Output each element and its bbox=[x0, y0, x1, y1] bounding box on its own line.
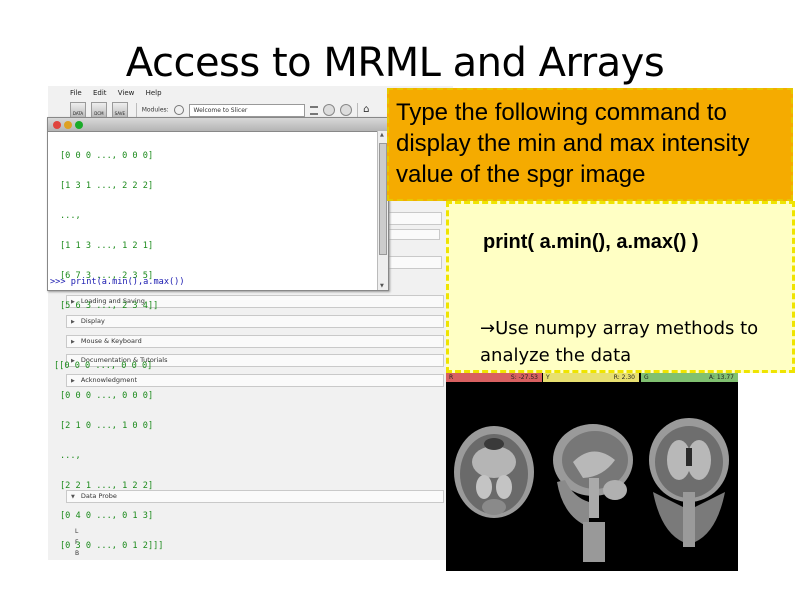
save-button[interactable]: SAVE bbox=[111, 102, 128, 118]
instruction-text: Type the following command to display th… bbox=[396, 99, 750, 188]
close-icon[interactable] bbox=[53, 121, 61, 129]
coronal-view[interactable] bbox=[641, 382, 738, 571]
menu-view[interactable]: View bbox=[118, 89, 135, 97]
console-line: [0 0 0 ..., 0 0 0] bbox=[60, 391, 154, 401]
console-line: [0 3 0 ..., 0 1 2]]] bbox=[60, 541, 164, 551]
scroll-down-icon[interactable]: ▼ bbox=[380, 283, 384, 289]
viewer-offset: A: 13.77 bbox=[708, 374, 734, 381]
console-line: [0 4 0 ..., 0 1 3] bbox=[60, 511, 154, 521]
sagittal-view[interactable] bbox=[543, 382, 639, 571]
green-viewer-bar[interactable]: G A: 13.77 bbox=[641, 373, 738, 382]
console-line: [5 6 3 ..., 2 3 4]] bbox=[60, 301, 159, 311]
yellow-viewer-bar[interactable]: Y R: 2.30 bbox=[543, 373, 639, 382]
scroll-up-icon[interactable]: ▲ bbox=[380, 132, 384, 138]
command-callout: print( a.min(), a.max() ) →Use numpy arr… bbox=[446, 201, 795, 373]
axial-view[interactable] bbox=[446, 382, 542, 571]
command-text: print( a.min(), a.max() ) bbox=[483, 231, 699, 253]
console-line: ..., bbox=[60, 451, 81, 461]
home-icon[interactable]: ⌂ bbox=[363, 105, 373, 115]
modules-select[interactable]: Welcome to Slicer bbox=[188, 103, 305, 117]
viewer-offset: S: -27.53 bbox=[510, 374, 538, 381]
back-icon[interactable] bbox=[323, 104, 336, 116]
minimize-icon[interactable] bbox=[64, 121, 72, 129]
console-output: [0 0 0 ..., 0 0 0] [1 3 1 ..., 2 2 2] ..… bbox=[54, 131, 370, 571]
slide-title: Access to MRML and Arrays bbox=[125, 40, 665, 86]
viewer-letter: R bbox=[449, 374, 454, 381]
menu-bar: File Edit View Help bbox=[70, 89, 171, 101]
console-title-bar[interactable] bbox=[48, 118, 388, 132]
search-icon[interactable] bbox=[173, 105, 184, 115]
maximize-icon[interactable] bbox=[75, 121, 83, 129]
scrollbar-thumb[interactable] bbox=[379, 143, 387, 255]
modules-label: Modules: bbox=[141, 106, 169, 114]
toolbar-separator bbox=[135, 103, 137, 117]
menu-file[interactable]: File bbox=[70, 89, 82, 97]
axial-brain-image bbox=[454, 426, 534, 518]
modules-list-icon[interactable] bbox=[310, 105, 319, 115]
console-line: [1 3 1 ..., 2 2 2] bbox=[60, 181, 154, 191]
console-line: [2 2 1 ..., 1 2 2] bbox=[60, 481, 154, 491]
python-console-window: [0 0 0 ..., 0 0 0] [1 3 1 ..., 2 2 2] ..… bbox=[47, 117, 389, 551]
viewer-offset: R: 2.30 bbox=[613, 374, 635, 381]
console-line: [2 1 0 ..., 1 0 0] bbox=[60, 421, 154, 431]
console-line: ..., bbox=[60, 211, 81, 221]
forward-icon[interactable] bbox=[340, 104, 353, 116]
console-line: [0 0 0 ..., 0 0 0] bbox=[60, 151, 154, 161]
numpy-note: →Use numpy array methods to analyze the … bbox=[480, 318, 759, 366]
sagittal-brain-image bbox=[553, 424, 633, 562]
menu-edit[interactable]: Edit bbox=[93, 89, 107, 97]
toolbar-separator bbox=[357, 103, 359, 117]
viewer-letter: G bbox=[644, 374, 649, 381]
load-dicom-button[interactable]: DCM bbox=[90, 102, 107, 118]
load-data-button[interactable]: DATA bbox=[70, 102, 86, 118]
console-line: [[0 0 0 ..., 0 0 0] bbox=[54, 361, 153, 371]
slice-viewers: R S: -27.53 Y R: 2.30 G A: 13.77 bbox=[446, 373, 738, 571]
console-line: [1 1 3 ..., 1 2 1] bbox=[60, 241, 154, 251]
red-viewer-bar[interactable]: R S: -27.53 bbox=[446, 373, 542, 382]
coronal-brain-image bbox=[649, 418, 729, 547]
console-prompt-line[interactable]: >>> print(a.min(),a.max()) bbox=[50, 277, 185, 287]
instruction-callout: Type the following command to display th… bbox=[387, 88, 793, 201]
menu-help[interactable]: Help bbox=[146, 89, 162, 97]
viewer-letter: Y bbox=[546, 374, 550, 381]
